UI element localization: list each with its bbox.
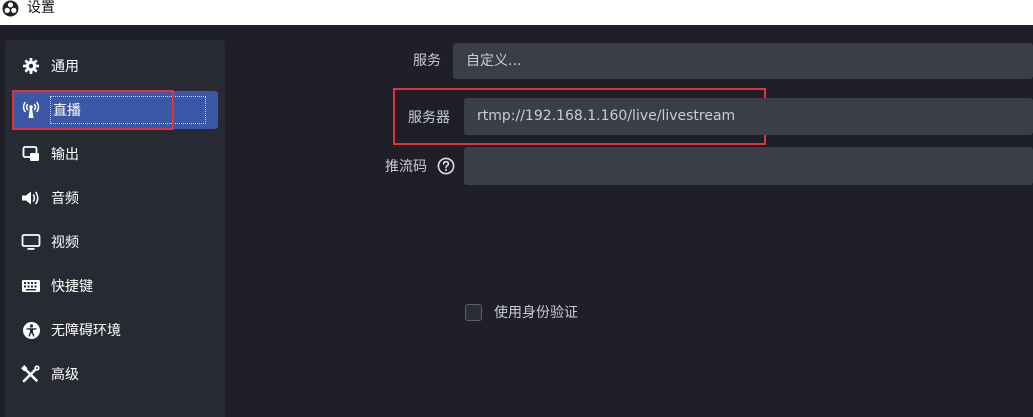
sidebar-item-label: 视频 <box>51 235 79 251</box>
sidebar-item-label: 无障碍环境 <box>51 323 121 339</box>
sidebar-item-hotkeys[interactable]: 快捷键 <box>12 267 218 305</box>
use-authentication-label: 使用身份验证 <box>494 305 578 321</box>
sidebar-item-output[interactable]: 输出 <box>12 135 218 173</box>
sidebar-item-label: 通用 <box>51 59 79 75</box>
gear-icon <box>20 55 42 77</box>
monitor-icon <box>20 231 42 253</box>
sidebar-item-label: 高级 <box>51 367 79 383</box>
keyboard-icon <box>20 275 42 297</box>
stream-key-label: 推流码 <box>385 159 427 175</box>
sidebar-item-label: 音频 <box>51 191 79 207</box>
sidebar-item-audio[interactable]: 音频 <box>12 179 218 217</box>
annotation-box-sidebar <box>12 90 174 130</box>
speaker-icon <box>20 187 42 209</box>
window-title: 设置 <box>27 0 55 16</box>
sidebar-item-general[interactable]: 通用 <box>12 47 218 85</box>
service-select[interactable]: 自定义... <box>453 43 1033 79</box>
accessibility-icon <box>20 319 42 341</box>
title-bar: 设置 <box>0 0 1033 25</box>
server-input[interactable]: rtmp://192.168.1.160/live/livestream <box>464 98 1033 135</box>
output-icon <box>20 143 42 165</box>
stream-key-input[interactable] <box>464 147 1033 185</box>
service-label: 服务 <box>413 53 441 69</box>
tools-icon <box>20 363 42 385</box>
server-label: 服务器 <box>408 110 450 126</box>
sidebar-item-video[interactable]: 视频 <box>12 223 218 261</box>
use-authentication-checkbox[interactable] <box>465 304 482 321</box>
obs-logo-icon <box>2 0 19 17</box>
sidebar-item-label: 输出 <box>51 147 79 163</box>
sidebar-item-accessibility[interactable]: 无障碍环境 <box>12 311 218 349</box>
sidebar-item-advanced[interactable]: 高级 <box>12 355 218 393</box>
sidebar-item-label: 快捷键 <box>51 279 93 295</box>
help-circle-icon[interactable] <box>437 157 455 175</box>
